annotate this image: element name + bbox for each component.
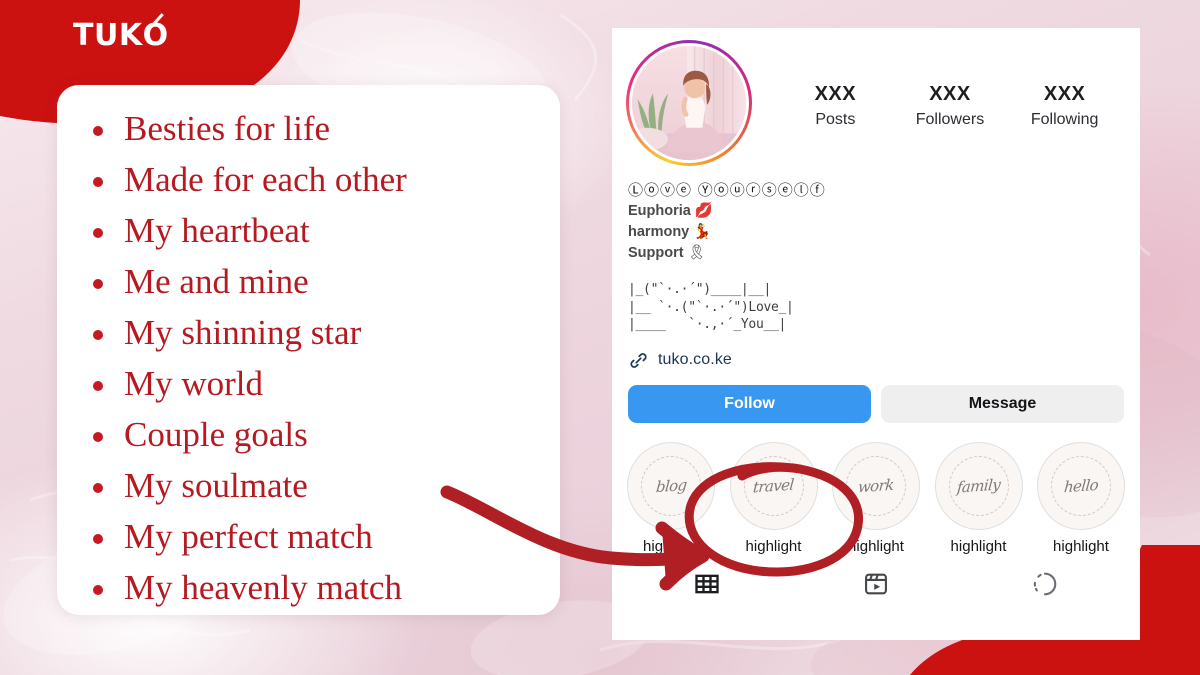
- tagged-icon[interactable]: [1031, 570, 1059, 598]
- highlight-cover-text: family: [956, 474, 1001, 497]
- kiss-mark-icon: 💋: [694, 203, 713, 219]
- bio-title: Ⓛⓞⓥⓔ Ⓨⓞⓤⓡⓢⓔⓛⓕ: [628, 181, 826, 199]
- list-item: Couple goals: [87, 409, 560, 460]
- highlight-item[interactable]: travel highlight: [729, 441, 819, 556]
- profile-stats: XXX Posts XXX Followers XXX Following: [752, 40, 1126, 129]
- avatar[interactable]: [629, 43, 749, 163]
- logo-slashed-o: O: [142, 18, 169, 53]
- list-item: My heavenly match: [87, 562, 560, 613]
- stat-followers-label: Followers: [915, 111, 985, 128]
- highlight-cover[interactable]: work: [832, 441, 920, 530]
- link-icon: [630, 352, 647, 368]
- list-item: My heartbeat: [87, 205, 560, 256]
- highlight-item[interactable]: work highlight: [831, 441, 921, 556]
- stat-following-label: Following: [1030, 111, 1099, 128]
- message-button[interactable]: Message: [881, 384, 1124, 423]
- captions-list-card: Besties for life Made for each other My …: [57, 85, 560, 615]
- bio-line-text: harmony: [628, 224, 694, 240]
- avatar-story-ring[interactable]: [626, 40, 752, 166]
- bio-line: Support 🎗: [628, 243, 1124, 263]
- stat-posts[interactable]: XXX Posts: [798, 82, 872, 129]
- profile-tabbar: [612, 556, 1140, 598]
- follow-button[interactable]: Follow: [628, 384, 871, 423]
- ribbon-icon: 🎗: [687, 245, 707, 261]
- logo-text: TUK: [73, 18, 143, 53]
- highlight-label: highlight: [848, 537, 904, 555]
- highlight-item[interactable]: hello highlight: [1036, 441, 1126, 556]
- highlight-label: highlight: [1053, 537, 1109, 555]
- bio-line-text: Euphoria: [628, 203, 695, 219]
- highlight-cover-text: blog: [654, 475, 688, 496]
- instagram-profile-panel: XXX Posts XXX Followers XXX Following Ⓛⓞ…: [612, 28, 1140, 640]
- highlight-label: highlight: [950, 537, 1007, 555]
- stat-following-value: XXX: [1043, 83, 1086, 105]
- dancer-icon: 💃: [693, 224, 712, 240]
- list-item: My perfect match: [87, 511, 560, 562]
- captions-list: Besties for life Made for each other My …: [57, 103, 560, 613]
- highlight-item[interactable]: blog highlight: [626, 441, 716, 556]
- highlight-cover[interactable]: hello: [1037, 441, 1125, 530]
- highlight-cover-text: work: [857, 475, 895, 496]
- highlight-cover[interactable]: blog: [627, 441, 715, 530]
- highlight-label: highlight: [643, 537, 699, 555]
- list-item: My shinning star: [87, 307, 560, 358]
- slide-canvas: TUKO Besties for life Made for each othe…: [0, 0, 1200, 675]
- bio-line-text: Support: [628, 245, 688, 261]
- stat-posts-value: XXX: [814, 83, 857, 105]
- profile-actions: Follow Message: [612, 371, 1140, 423]
- reels-icon[interactable]: [862, 570, 890, 598]
- list-item: Made for each other: [87, 154, 560, 205]
- highlight-label: highlight: [745, 537, 802, 555]
- profile-header: XXX Posts XXX Followers XXX Following: [612, 28, 1140, 166]
- highlight-cover-text: hello: [1063, 475, 1099, 496]
- stat-followers[interactable]: XXX Followers: [913, 82, 987, 129]
- highlight-cover-text: travel: [752, 475, 795, 496]
- highlight-cover[interactable]: family: [934, 441, 1023, 530]
- profile-bio: Ⓛⓞⓥⓔ Ⓨⓞⓤⓡⓢⓔⓛⓕ Euphoria 💋 harmony 💃 Suppo…: [612, 166, 1140, 263]
- list-item: Me and mine: [87, 256, 560, 307]
- list-item: Besties for life: [87, 103, 560, 154]
- bio-line: Euphoria 💋: [628, 201, 1124, 221]
- list-item: My world: [87, 358, 560, 409]
- stat-following[interactable]: XXX Following: [1028, 82, 1102, 129]
- stat-followers-value: XXX: [929, 83, 971, 105]
- highlight-item[interactable]: family highlight: [934, 441, 1024, 556]
- stat-posts-label: Posts: [815, 111, 856, 128]
- grid-icon[interactable]: [693, 570, 721, 598]
- bio-ascii-art: |_("`·.·´")____|__| |__ `·.("`·.·´")Love…: [628, 282, 794, 332]
- list-item: My soulmate: [87, 460, 560, 511]
- tuko-logo: TUKO: [73, 18, 169, 53]
- profile-link-row[interactable]: tuko.co.ke: [612, 334, 1140, 371]
- profile-link-text: tuko.co.ke: [658, 351, 732, 368]
- highlight-cover[interactable]: travel: [729, 441, 818, 530]
- story-highlights: blog highlight travel highlight work hig…: [612, 423, 1140, 556]
- bio-line: harmony 💃: [628, 222, 1124, 242]
